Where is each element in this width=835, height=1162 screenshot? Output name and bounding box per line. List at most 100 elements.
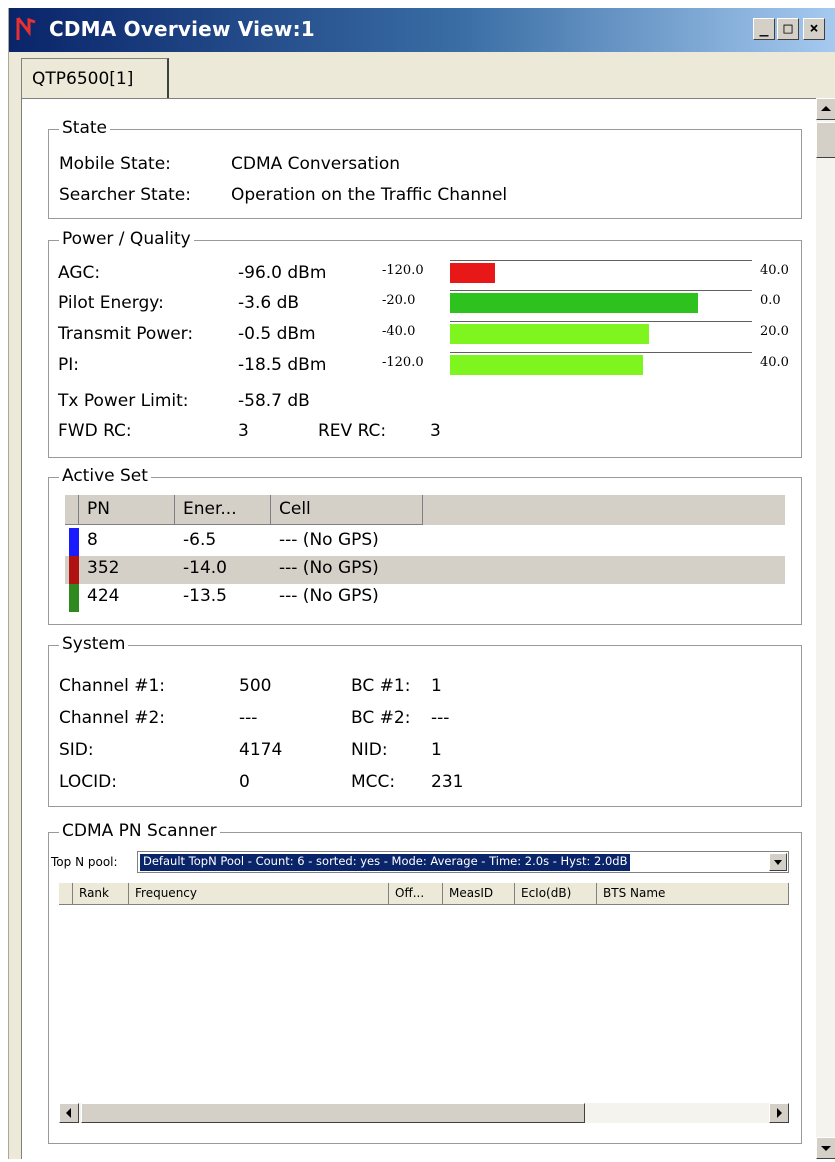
maximize-button[interactable]: □ [777,18,799,40]
chevron-down-icon [774,860,782,865]
power-bar-track [450,321,752,344]
system-legend: System [59,634,129,654]
power-bar-track [450,290,752,313]
arrow-left-icon [66,1108,71,1118]
energy-cell: -14.0 [183,558,227,578]
system-label-2: MCC: [351,772,396,792]
energy-cell: -13.5 [183,586,227,606]
ecio-column-header[interactable]: EcIo(dB) [515,883,597,905]
tab-qtp6500[interactable]: QTP6500[1] [21,58,169,98]
pn-column-header[interactable]: PN [79,495,175,525]
state-group: State Mobile State: CDMA Conversation Se… [48,118,802,219]
scroll-right-button[interactable] [769,1103,789,1123]
power-row-value: -3.6 dB [238,293,300,313]
active-set-legend: Active Set [59,466,151,486]
active-set-group: Active Set PN Ener... Cell 8 -6.5 --- (No … [48,466,802,625]
top-n-pool-value: Default TopN Pool - Count: 6 - sorted: y… [140,854,631,871]
pool-dropdown-button[interactable] [769,853,787,871]
system-value-1: 0 [239,772,250,792]
power-bar-fill [450,293,698,313]
title-bar[interactable]: CDMA Overview View:1 _ □ × [9,8,835,52]
scroll-up-button[interactable] [816,98,835,120]
pn-scanner-group: CDMA PN Scanner Top N pool: Default TopN… [48,821,802,1144]
system-group: System Channel #1: 500 BC #1: 1 Channel #2: -… [48,634,802,807]
power-row-label: Pilot Energy: [58,293,164,313]
active-set-row[interactable]: 8 -6.5 --- (No GPS) [65,528,785,556]
frequency-column-header[interactable]: Frequency [129,883,389,905]
power-bar-fill [450,324,650,344]
power-row-value: -18.5 dBm [238,355,327,375]
window-title: CDMA Overview View:1 [49,17,315,41]
measid-column-header[interactable]: MeasID [443,883,515,905]
system-label-2: NID: [351,740,388,760]
close-button[interactable]: × [803,18,825,40]
power-row-min: -40.0 [382,324,416,339]
system-value-1: --- [239,708,258,728]
power-row-max: 40.0 [760,263,789,278]
energy-column-header[interactable]: Ener... [175,495,271,525]
app-logo-icon [16,17,36,40]
system-label-1: Channel #2: [59,708,165,728]
arrow-down-icon [821,1146,831,1151]
cell-name-cell: --- (No GPS) [279,586,379,606]
tx-power-limit-value: -58.7 dB [238,391,310,411]
vertical-scroll-thumb[interactable] [816,122,835,158]
active-set-table: 8 -6.5 --- (No GPS) 352 -14.0 --- (No GPS) 424… [65,528,785,618]
power-row-label: AGC: [58,263,101,283]
top-n-pool-select[interactable]: Default TopN Pool - Count: 6 - sorted: y… [137,851,789,873]
arrow-up-icon [821,106,831,111]
system-label-2: BC #1: [351,676,411,696]
scanner-table-header: Rank Frequency Off... MeasID EcIo(dB) BT… [59,883,789,905]
power-row-max: 40.0 [760,355,789,370]
scanner-table-body [59,905,789,1099]
scroll-left-button[interactable] [59,1103,79,1123]
power-bar-track [450,260,752,283]
horizontal-scroll-thumb[interactable] [81,1103,585,1123]
mobile-state-label: Mobile State: [59,154,171,174]
pilot-color-swatch [69,528,79,556]
system-value-2: 1 [431,676,442,696]
cell-name-cell: --- (No GPS) [279,530,379,550]
minimize-button[interactable]: _ [753,18,775,40]
system-value-2: 231 [431,772,464,792]
active-set-color-header [65,495,79,525]
power-row-value: -0.5 dBm [238,324,316,344]
system-label-1: Channel #1: [59,676,165,696]
cell-name-cell: --- (No GPS) [279,558,379,578]
overview-content: State Mobile State: CDMA Conversation Se… [21,98,816,1159]
offset-column-header[interactable]: Off... [389,883,443,905]
cell-column-header[interactable]: Cell [271,495,423,525]
mobile-state-value: CDMA Conversation [231,154,401,174]
system-value-2: --- [431,708,450,728]
searcher-state-label: Searcher State: [59,185,191,205]
vertical-scrollbar[interactable] [816,98,835,1159]
rev-rc-label: REV RC: [318,421,387,441]
scroll-down-button[interactable] [816,1137,835,1159]
system-label-2: BC #2: [351,708,411,728]
horizontal-scrollbar[interactable] [59,1103,789,1123]
active-set-row[interactable]: 424 -13.5 --- (No GPS) [65,584,785,612]
pn-cell: 424 [87,586,120,606]
searcher-state-value: Operation on the Traffic Channel [231,185,508,205]
system-label-1: SID: [59,740,94,760]
power-bar-fill [450,355,644,375]
tx-power-limit-label: Tx Power Limit: [58,391,189,411]
power-quality-legend: Power / Quality [59,229,194,249]
rank-column-header[interactable]: Rank [73,883,129,905]
pn-cell: 352 [87,558,120,578]
power-row-min: -20.0 [382,293,416,308]
scanner-spacer-header [59,883,73,905]
power-row-max: 20.0 [760,324,789,339]
arrow-right-icon [777,1108,782,1118]
system-value-2: 1 [431,740,442,760]
power-row-min: -120.0 [382,355,424,370]
active-set-row[interactable]: 352 -14.0 --- (No GPS) [65,556,785,584]
energy-cell: -6.5 [183,530,217,550]
bts-name-column-header[interactable]: BTS Name [597,883,789,905]
pilot-color-swatch [69,556,79,584]
power-row-label: Transmit Power: [58,324,194,344]
power-row-label: PI: [58,355,79,375]
pn-cell: 8 [87,530,98,550]
pn-scanner-legend: CDMA PN Scanner [59,821,220,841]
system-label-1: LOCID: [59,772,117,792]
